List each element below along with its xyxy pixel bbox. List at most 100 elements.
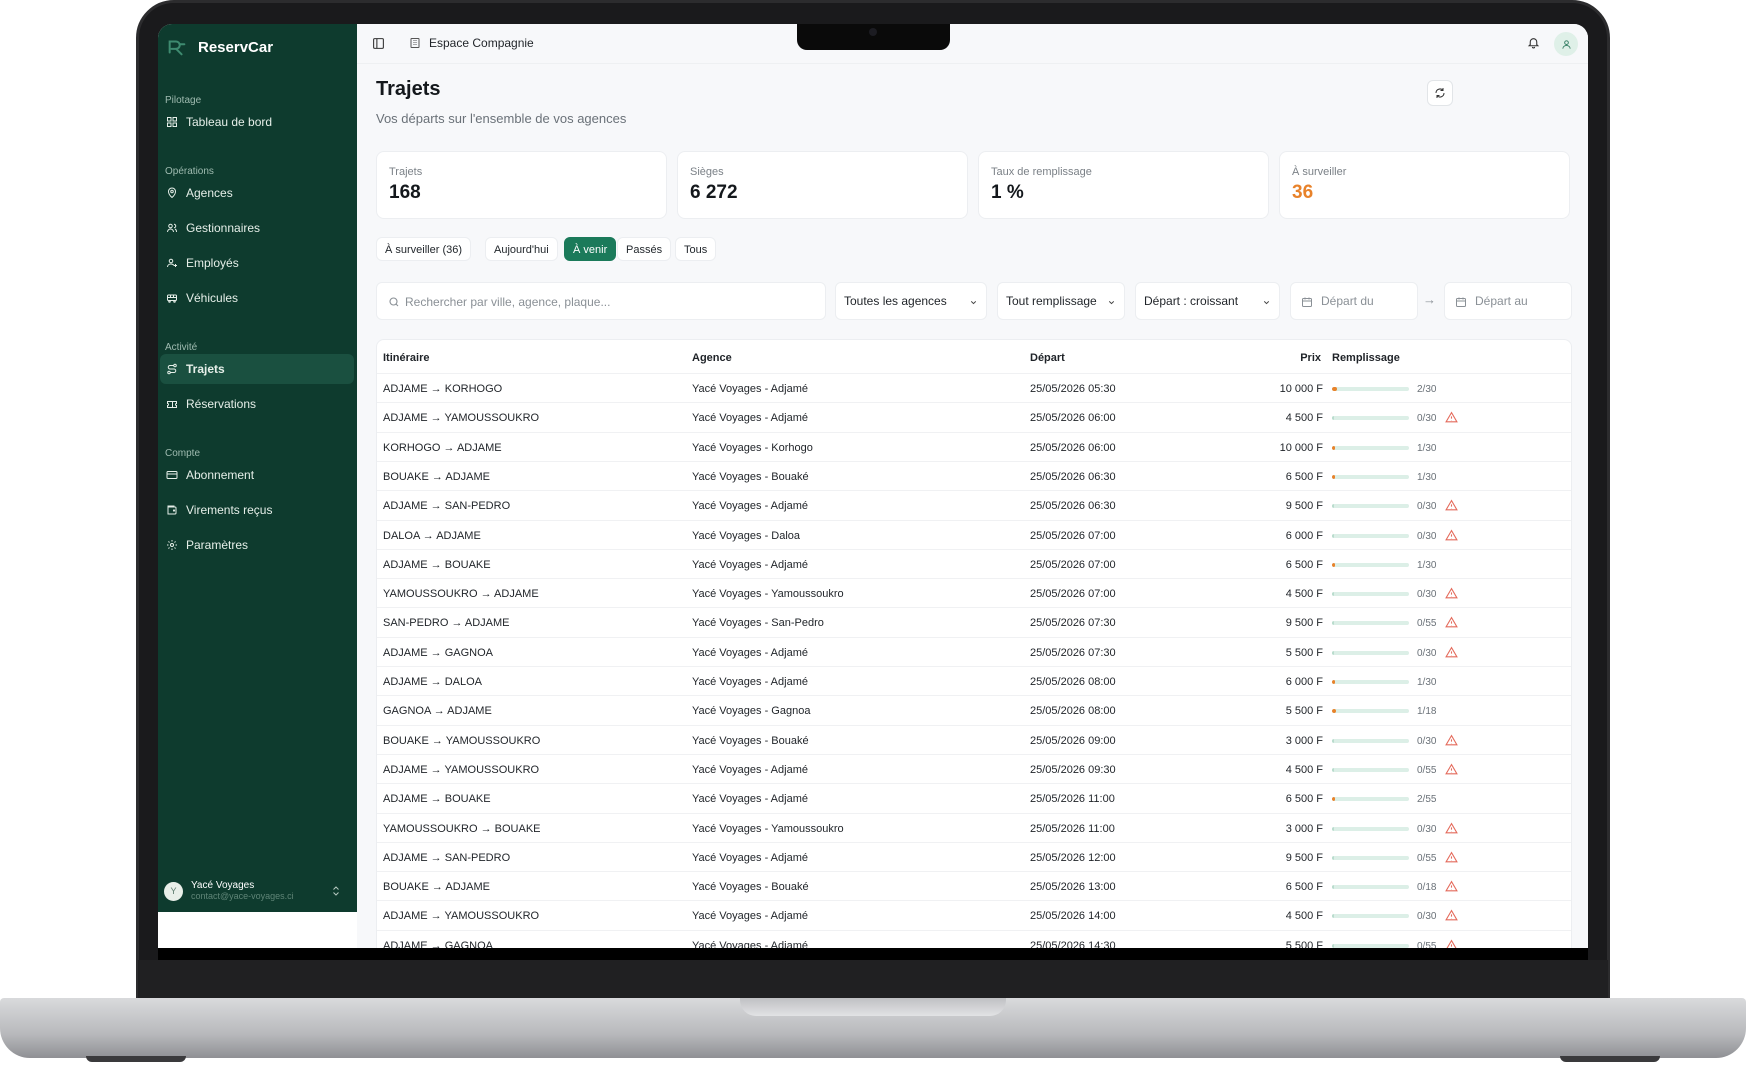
brand[interactable]: ReservCar	[166, 36, 273, 58]
cell-agency: Yacé Voyages - Yamoussoukro	[692, 588, 844, 601]
table-row[interactable]: ADJAME → SAN-PEDRO Yacé Voyages - Adjamé 2…	[377, 841, 1571, 871]
sidebar-item-parametres[interactable]: Paramètres	[160, 530, 354, 560]
account-switcher[interactable]: Y Yacé Voyages contact@yace-voyages.ci	[162, 876, 354, 906]
date-to-input[interactable]: Départ au	[1444, 282, 1572, 320]
date-range-arrow: →	[1423, 292, 1436, 307]
fill-progress-bar	[1332, 533, 1409, 538]
warning-icon	[1445, 499, 1458, 511]
cell-price: 5 500 F	[1285, 705, 1323, 718]
cell-departure: 25/05/2026 09:00	[1030, 734, 1116, 747]
table-row[interactable]: BOUAKE → ADJAME Yacé Voyages - Bouaké 25/0…	[377, 460, 1571, 490]
table-row[interactable]: SAN-PEDRO → ADJAME Yacé Voyages - San-Ped…	[377, 607, 1571, 636]
account-name: Yacé Voyages	[191, 880, 255, 891]
tab-a-surveiller[interactable]: À surveiller (36)	[376, 237, 472, 261]
sort-select[interactable]: Départ : croissant	[1135, 282, 1280, 320]
table-row[interactable]: BOUAKE → ADJAME Yacé Voyages - Bouaké 25/0…	[377, 871, 1571, 900]
cell-fill: 0/18	[1417, 882, 1437, 894]
table-row[interactable]: YAMOUSSOUKRO → ADJAME Yacé Voyages - Yamo…	[377, 578, 1571, 607]
refresh-button[interactable]	[1427, 80, 1453, 106]
column-header-departure[interactable]: Départ	[1030, 352, 1065, 364]
cell-fill: 0/55	[1417, 852, 1437, 864]
table-row[interactable]: DALOA → ADJAME Yacé Voyages - Daloa 25/05/…	[377, 519, 1571, 549]
table-row[interactable]: ADJAME → BOUAKE Yacé Voyages - Adjamé 25/0…	[377, 783, 1571, 812]
cell-departure: 25/05/2026 13:00	[1030, 881, 1116, 894]
sidebar-item-employes[interactable]: Employés	[160, 248, 354, 278]
cell-fill: 0/30	[1417, 530, 1437, 542]
sidebar-item-vehicules[interactable]: Véhicules	[160, 283, 354, 313]
fill-progress	[1332, 943, 1335, 948]
sidebar: ReservCar Pilotage Tableau de bord Opéra…	[158, 24, 357, 912]
sidebar-item-agences[interactable]: Agences	[160, 178, 354, 208]
fill-select[interactable]: Tout remplissage	[997, 282, 1125, 320]
cell-route: ADJAME → DALOA	[383, 676, 483, 688]
tab-passes[interactable]: Passés	[617, 237, 672, 261]
sidebar-toggle-icon[interactable]	[372, 37, 385, 50]
table-row[interactable]: ADJAME → DALOA Yacé Voyages - Adjamé 25/05…	[377, 666, 1571, 695]
chevron-down-icon	[1263, 301, 1270, 305]
sidebar-item-tableau-de-bord[interactable]: Tableau de bord	[160, 107, 354, 137]
table-row[interactable]: YAMOUSSOUKRO → BOUAKE Yacé Voyages - Yamo…	[377, 812, 1571, 842]
refresh-icon	[1435, 88, 1445, 98]
table-row[interactable]: ADJAME → GAGNOA Yacé Voyages - Adjamé 25/0…	[377, 929, 1571, 948]
column-header-agency[interactable]: Agence	[692, 352, 732, 364]
sidebar-item-reservations[interactable]: Réservations	[160, 389, 354, 419]
calendar-icon	[1456, 297, 1466, 307]
bell-icon[interactable]	[1527, 36, 1540, 49]
sidebar-item-abonnement[interactable]: Abonnement	[160, 460, 354, 490]
fill-progress	[1332, 562, 1335, 567]
table-row[interactable]: BOUAKE → YAMOUSSOUKRO Yacé Voyages - Boua…	[377, 724, 1571, 754]
cell-departure: 25/05/2026 07:30	[1030, 646, 1116, 659]
table-row[interactable]: ADJAME → SAN-PEDRO Yacé Voyages - Adjamé 2…	[377, 490, 1571, 519]
wallet-icon	[167, 505, 177, 515]
table-row[interactable]: KORHOGO → ADJAME Yacé Voyages - Korhogo 25…	[377, 431, 1571, 461]
table-row[interactable]: ADJAME → YAMOUSSOUKRO Yacé Voyages - Adja…	[377, 402, 1571, 431]
cell-agency: Yacé Voyages - Bouaké	[692, 470, 809, 483]
cell-route: ADJAME → SAN-PEDRO	[383, 500, 511, 513]
cell-price: 5 500 F	[1285, 939, 1323, 948]
user-icon	[1561, 39, 1571, 49]
tab-a-venir[interactable]: À venir	[564, 237, 617, 261]
fill-progress-bar	[1332, 504, 1409, 509]
table-row[interactable]: GAGNOA → ADJAME Yacé Voyages - Gagnoa 25/0…	[377, 695, 1571, 724]
cell-agency: Yacé Voyages - Adjamé	[692, 939, 808, 948]
column-header-fill[interactable]: Remplissage	[1332, 352, 1400, 364]
sidebar-item-virements[interactable]: Virements reçus	[160, 495, 354, 525]
cell-agency: Yacé Voyages - Adjamé	[692, 763, 808, 776]
table-row[interactable]: ADJAME → KORHOGO Yacé Voyages - Adjamé 25/…	[377, 373, 1571, 402]
cell-agency: Yacé Voyages - Adjamé	[692, 910, 808, 923]
user-menu-button[interactable]	[1554, 32, 1578, 56]
column-header-route[interactable]: Itinéraire	[383, 352, 429, 364]
cell-price: 6 500 F	[1285, 558, 1323, 571]
cell-route: ADJAME → SAN-PEDRO	[383, 851, 511, 864]
laptop-foot	[86, 1056, 186, 1062]
tab-aujourdhui[interactable]: Aujourd'hui	[485, 237, 558, 261]
cell-route: ADJAME → YAMOUSSOUKRO	[383, 412, 540, 425]
cell-route: ADJAME → YAMOUSSOUKRO	[383, 763, 540, 776]
fill-progress-bar	[1332, 387, 1409, 391]
cell-fill: 0/30	[1417, 823, 1437, 835]
cell-departure: 25/05/2026 05:30	[1030, 383, 1116, 395]
sidebar-item-trajets[interactable]: Trajets	[160, 354, 354, 384]
sidebar-item-gestionnaires[interactable]: Gestionnaires	[160, 213, 354, 243]
topbar: Espace Compagnie	[357, 24, 1588, 64]
cell-price: 9 500 F	[1285, 851, 1323, 864]
agency-select[interactable]: Toutes les agences	[835, 282, 987, 320]
trips-table: Itinéraire Agence Départ Prix Remplissag…	[376, 339, 1572, 948]
table-row[interactable]: ADJAME → YAMOUSSOUKRO Yacé Voyages - Adja…	[377, 900, 1571, 929]
stat-label: Trajets	[389, 166, 423, 178]
cell-agency: Yacé Voyages - Adjamé	[692, 646, 808, 659]
date-from-input[interactable]: Départ du	[1290, 282, 1418, 320]
screen: ReservCar Pilotage Tableau de bord Opéra…	[158, 24, 1588, 948]
tab-tous[interactable]: Tous	[675, 237, 717, 261]
table-row[interactable]: ADJAME → YAMOUSSOUKRO Yacé Voyages - Adja…	[377, 753, 1571, 783]
column-header-price[interactable]: Prix	[1300, 352, 1321, 364]
laptop-hinge	[138, 960, 1608, 998]
card-icon	[166, 471, 178, 479]
table-row[interactable]: ADJAME → BOUAKE Yacé Voyages - Adjamé 25/0…	[377, 548, 1571, 578]
search-input[interactable]	[405, 292, 805, 312]
fill-progress-bar	[1332, 474, 1409, 479]
cell-route: KORHOGO → ADJAME	[383, 441, 502, 454]
stat-value: 6 272	[690, 182, 738, 203]
table-row[interactable]: ADJAME → GAGNOA Yacé Voyages - Adjamé 25/0…	[377, 636, 1571, 666]
cell-price: 3 000 F	[1285, 822, 1323, 835]
